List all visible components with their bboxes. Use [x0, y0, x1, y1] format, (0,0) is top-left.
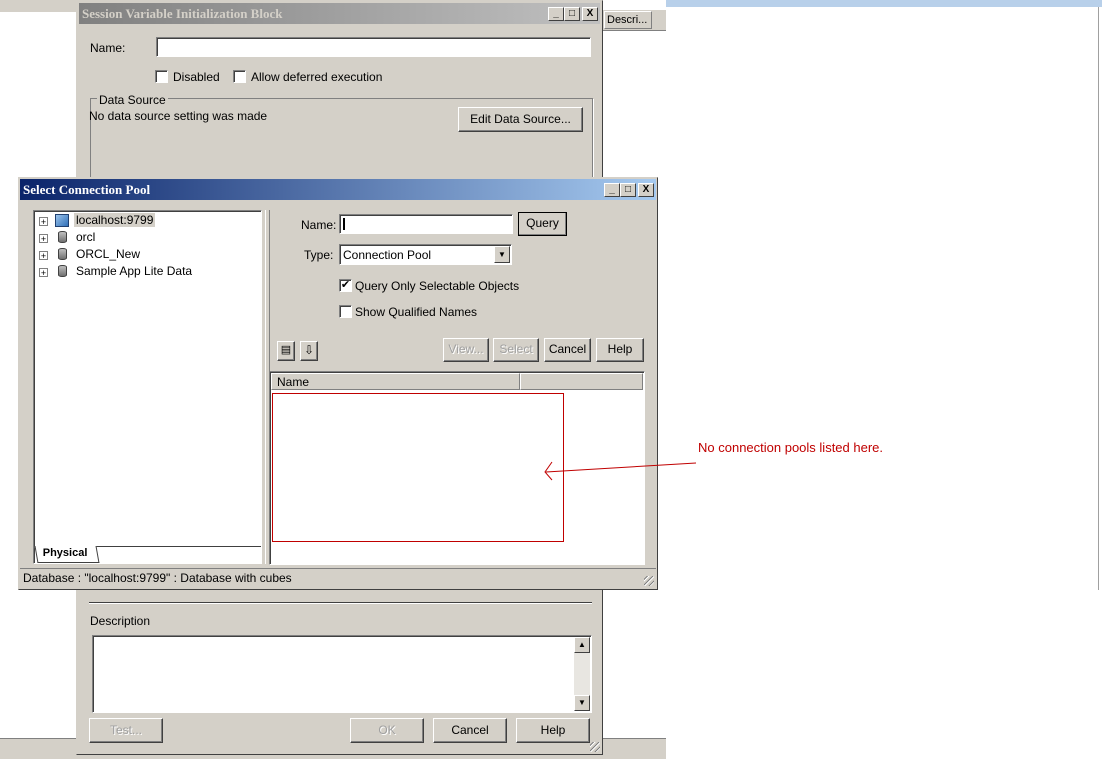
disabled-checkbox[interactable] [155, 70, 168, 83]
background-top-strip [0, 0, 78, 12]
tab-physical[interactable]: Physical [34, 546, 100, 563]
expand-icon[interactable]: + [39, 268, 48, 278]
pool-name-input[interactable] [339, 214, 513, 234]
annotation-text: No connection pools listed here. [698, 440, 884, 455]
expand-icon[interactable]: + [39, 217, 48, 227]
pool-help-button[interactable]: Help [596, 338, 644, 362]
scrollbar[interactable]: ▲ ▼ [574, 637, 590, 711]
annotation-highlight-box [272, 393, 564, 542]
background-blue-bar [666, 0, 1102, 7]
cube-database-icon [55, 214, 69, 227]
pool-dialog-titlebar[interactable]: Select Connection Pool _ □ X [20, 179, 656, 200]
deferred-checkbox[interactable] [233, 70, 246, 83]
background-column-header[interactable]: Descri... [604, 11, 652, 29]
maximize-icon[interactable]: □ [620, 183, 636, 197]
test-button[interactable]: Test... [89, 718, 163, 743]
physical-tree-panel[interactable]: + localhost:9799 + orcl + ORCL_New + Sam… [33, 210, 262, 564]
resize-grip-icon[interactable] [590, 742, 600, 752]
tab-physical-label: Physical [42, 547, 88, 559]
tree-item-label: ORCL_New [76, 247, 141, 261]
session-dialog-titlebar[interactable]: Session Variable Initialization Block _ … [79, 3, 600, 24]
view-button[interactable]: View... [443, 338, 489, 362]
session-name-input[interactable] [156, 37, 591, 57]
select-button[interactable]: Select [493, 338, 539, 362]
pool-dialog-title: Select Connection Pool [23, 182, 151, 197]
maximize-icon[interactable]: □ [564, 7, 580, 21]
results-header: Name [271, 373, 643, 390]
close-icon[interactable]: X [638, 183, 654, 197]
background-right-border [1098, 7, 1099, 590]
status-text: Database : "localhost:9799" : Database w… [23, 571, 292, 585]
description-separator [89, 602, 592, 604]
annotation-arrow [544, 461, 697, 481]
database-icon [58, 231, 67, 243]
session-cancel-button[interactable]: Cancel [433, 718, 507, 743]
description-label: Description [90, 614, 151, 628]
column-header-name-label: Name [277, 375, 310, 389]
query-only-checkbox[interactable]: ✔ [339, 279, 352, 292]
close-icon[interactable]: X [582, 7, 598, 21]
query-only-label: Query Only Selectable Objects [355, 279, 520, 293]
edit-data-source-button[interactable]: Edit Data Source... [458, 107, 583, 132]
status-bar: Database : "localhost:9799" : Database w… [20, 568, 656, 588]
disabled-label: Disabled [173, 70, 220, 84]
expand-icon[interactable]: + [39, 234, 48, 244]
tree-item-label: orcl [76, 230, 96, 244]
minimize-icon[interactable]: _ [548, 7, 564, 21]
data-source-group-label: Data Source [97, 93, 168, 107]
database-icon [58, 265, 67, 277]
resize-grip-icon[interactable] [644, 576, 654, 586]
database-icon [58, 248, 67, 260]
session-name-label: Name: [90, 41, 126, 55]
column-header-name[interactable]: Name [271, 373, 520, 390]
text-cursor [343, 218, 345, 230]
show-qualified-label: Show Qualified Names [355, 305, 478, 319]
ok-button[interactable]: OK [350, 718, 424, 743]
arrow-down-icon[interactable]: ⇩ [300, 341, 318, 361]
properties-icon[interactable]: ▤ [277, 341, 295, 361]
scroll-down-icon[interactable]: ▼ [574, 695, 590, 711]
session-dialog-title: Session Variable Initialization Block [82, 6, 283, 21]
pool-name-label: Name: [301, 218, 337, 232]
tree-item-label: localhost:9799 [74, 213, 156, 227]
data-source-text: No data source setting was made [89, 109, 268, 123]
scroll-up-icon[interactable]: ▲ [574, 637, 590, 653]
type-select-value: Connection Pool [343, 248, 432, 262]
tree-item-label: Sample App Lite Data [76, 264, 193, 278]
description-textarea[interactable]: ▲ ▼ [92, 635, 592, 713]
minimize-icon[interactable]: _ [604, 183, 620, 197]
session-help-button[interactable]: Help [516, 718, 590, 743]
type-select[interactable]: Connection Pool ▼ [339, 244, 512, 265]
pool-cancel-button[interactable]: Cancel [544, 338, 591, 362]
column-header-blank[interactable] [520, 373, 643, 390]
deferred-label: Allow deferred execution [251, 70, 383, 84]
query-button[interactable]: Query [518, 212, 567, 236]
type-label: Type: [304, 248, 334, 262]
show-qualified-checkbox[interactable] [339, 305, 352, 318]
expand-icon[interactable]: + [39, 251, 48, 261]
chevron-down-icon[interactable]: ▼ [494, 246, 510, 263]
